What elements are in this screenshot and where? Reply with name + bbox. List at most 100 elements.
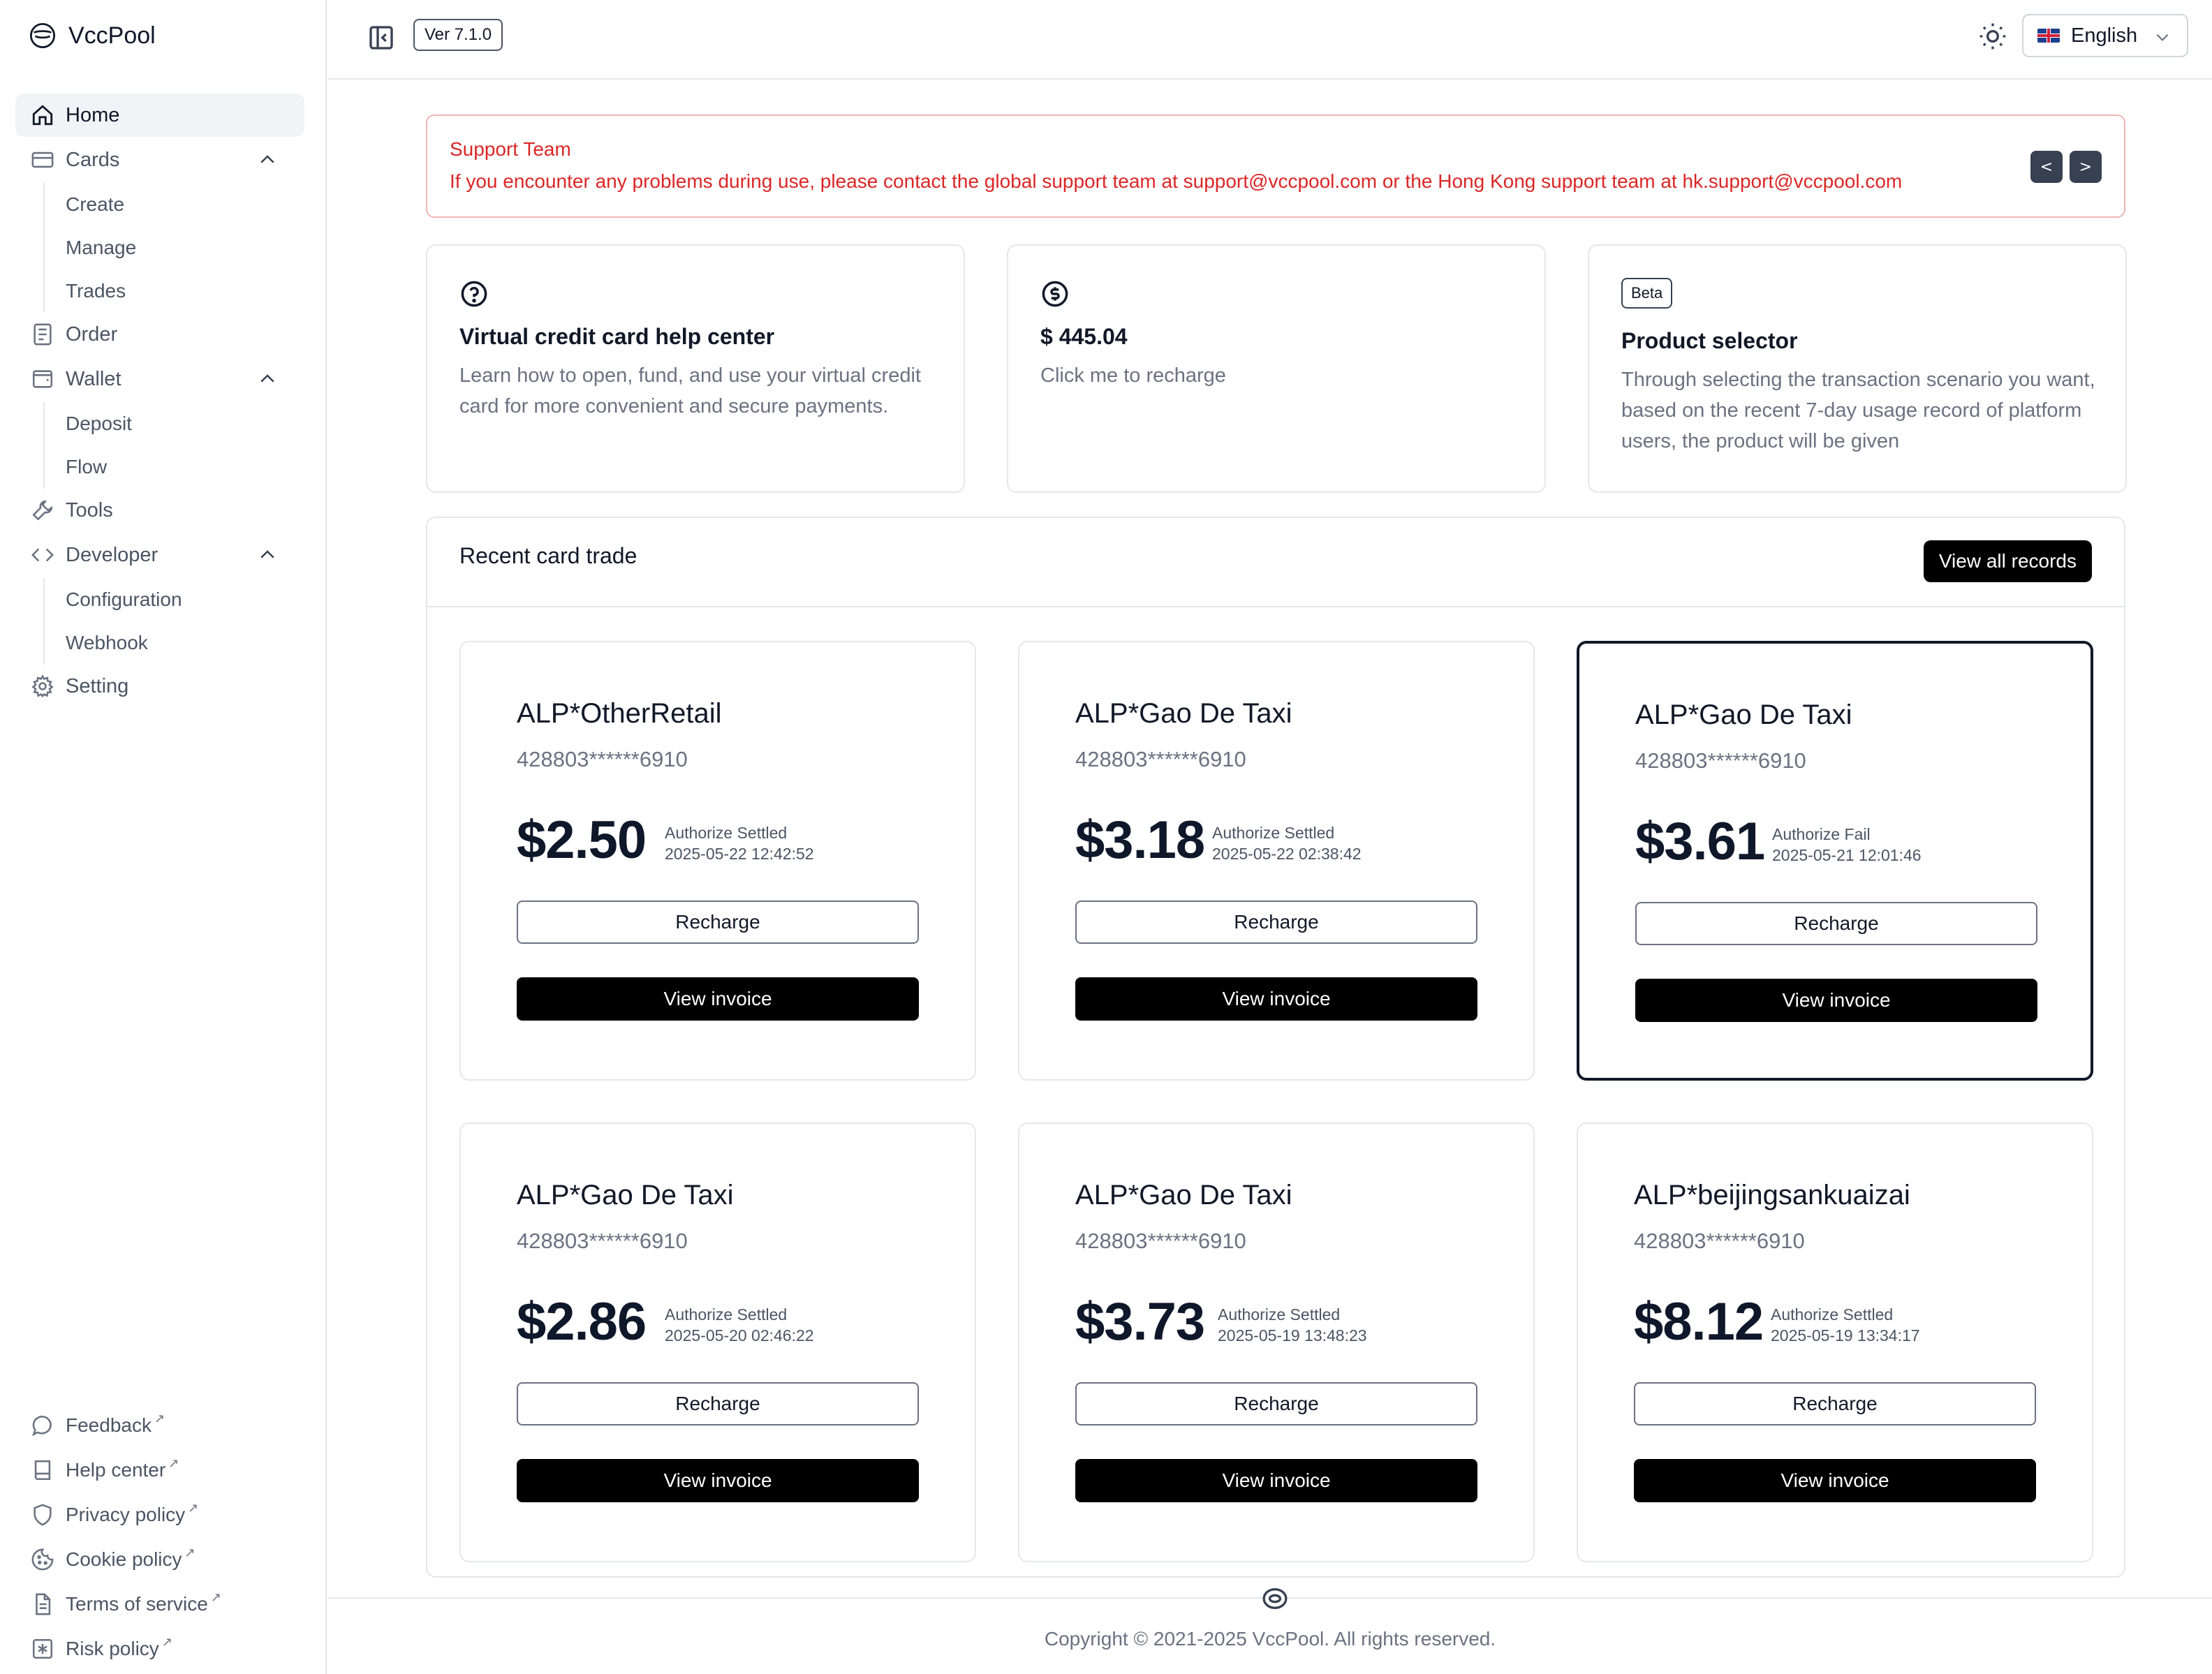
view-all-records-button[interactable]: View all records [1923,540,2092,582]
product-selector-title: Product selector [1621,328,1798,353]
sidebar-item-cards[interactable]: Cards [15,138,304,182]
brand-logo[interactable]: VccPool [28,20,156,52]
trade-amount: $2.50 [517,810,647,870]
view-invoice-button[interactable]: View invoice [517,1459,919,1502]
language-select[interactable]: English [2022,14,2188,57]
sidebar-item-deposit[interactable]: Deposit [15,402,304,445]
trade-card[interactable]: ALP*Gao De Taxi 428803******6910 $3.61 Auth… [1577,641,2093,1081]
product-selector-tile[interactable]: Beta Product selector Through selecting … [1588,244,2127,493]
trade-status: Authorize Settled [665,824,788,842]
sidebar-item-order[interactable]: Order [15,313,304,356]
privacy-policy-link[interactable]: Privacy policy ↗ [15,1492,304,1537]
sidebar-item-home[interactable]: Home [15,94,304,137]
recharge-button[interactable]: Recharge [1634,1382,2036,1425]
sidebar-item-configuration[interactable]: Configuration [15,578,304,621]
feedback-link[interactable]: Feedback ↗ [15,1403,304,1448]
view-invoice-button[interactable]: View invoice [1075,977,1477,1021]
view-invoice-button[interactable]: View invoice [1075,1459,1477,1502]
trade-card[interactable]: ALP*beijingsankuaizai 428803******6910 $8.… [1577,1123,2093,1562]
sidebar-item-label: Order [66,323,118,346]
view-invoice-button[interactable]: View invoice [517,977,919,1021]
trade-merchant: ALP*OtherRetail [517,698,722,729]
sidebar-item-label: Setting [66,674,129,697]
pool-logo-icon [29,22,56,49]
topbar: Ver 7.1.0 English [328,0,2212,80]
risk-policy-label: Risk policy [66,1638,159,1659]
chevron-up-icon[interactable] [257,545,278,565]
external-link-icon: ↗ [168,1456,179,1470]
sidebar-item-tools[interactable]: Tools [15,489,304,532]
dollar-circle-icon [1042,281,1068,307]
eye-icon[interactable] [1261,1585,1289,1613]
sidebar-footer-nav: Feedback ↗ Help center ↗ Privacy policy ↗ C… [15,1403,304,1671]
sidebar-item-trades[interactable]: Trades [15,269,304,313]
chevron-up-icon[interactable] [257,149,278,170]
trade-status: Authorize Settled [1218,1305,1341,1324]
copyright-text: Copyright © 2021-2025 VccPool. All right… [1044,1628,1496,1650]
notice-title: Support Team [450,138,571,160]
trade-amount: $2.86 [517,1292,647,1351]
trade-amount: $3.73 [1075,1292,1205,1351]
recharge-button[interactable]: Recharge [1635,902,2037,945]
notice-prev-button[interactable]: < [2030,151,2063,183]
recharge-button[interactable]: Recharge [1075,1382,1477,1425]
trade-merchant: ALP*Gao De Taxi [1075,1180,1292,1210]
trade-amount: $8.12 [1634,1292,1764,1351]
version-badge: Ver 7.1.0 [413,19,503,51]
sidebar-item-create[interactable]: Create [15,183,304,226]
trade-card-number: 428803******6910 [1075,747,1246,771]
view-invoice-button[interactable]: View invoice [1635,979,2037,1022]
cards-submenu: Create Manage Trades [15,183,304,313]
feedback-label: Feedback [66,1414,152,1436]
help-center-link[interactable]: Help center ↗ [15,1448,304,1492]
cookie-policy-link[interactable]: Cookie policy ↗ [15,1537,304,1582]
cookie-icon [29,1546,56,1573]
code-icon [29,542,56,568]
sun-icon[interactable] [1977,21,2008,52]
sidebar-item-label: Cards [66,148,120,171]
view-invoice-button[interactable]: View invoice [1634,1459,2036,1502]
credit-card-icon [29,147,56,173]
sidebar-collapse-icon[interactable] [367,24,395,52]
trade-card[interactable]: ALP*Gao De Taxi 428803******6910 $3.18 Auth… [1018,641,1535,1081]
sidebar-item-manage[interactable]: Manage [15,226,304,269]
sidebar-item-webhook[interactable]: Webhook [15,621,304,665]
trade-card-number: 428803******6910 [1635,748,1806,773]
chevron-down-icon [2156,34,2169,41]
trade-card[interactable]: ALP*OtherRetail 428803******6910 $2.50 Auth… [459,641,976,1081]
sidebar-item-label: Developer [66,543,158,566]
trade-card[interactable]: ALP*Gao De Taxi 428803******6910 $3.73 Auth… [1018,1123,1535,1562]
trade-meta: Authorize Settled 2025-05-19 13:34:17 [1771,1304,1920,1346]
support-notice: Support Team If you encounter any proble… [426,114,2125,218]
question-circle-icon [461,281,487,307]
document-list-icon [29,321,56,348]
trade-status: Authorize Settled [1771,1305,1894,1324]
recharge-hint: Click me to recharge [1040,364,1226,387]
help-center-tile[interactable]: Virtual credit card help center Learn ho… [426,244,965,493]
gear-icon [29,673,56,699]
trade-card[interactable]: ALP*Gao De Taxi 428803******6910 $2.86 Auth… [459,1123,976,1562]
product-selector-desc: Through selecting the transaction scenar… [1621,369,2095,452]
document-icon [29,1591,56,1617]
terms-of-service-link[interactable]: Terms of service ↗ [15,1582,304,1627]
trade-amount: $3.61 [1635,812,1765,871]
recharge-button[interactable]: Recharge [517,901,919,944]
chevron-up-icon[interactable] [257,369,278,390]
balance-tile[interactable]: $ 445.04 Click me to recharge [1007,244,1546,493]
uk-flag-icon [2037,29,2060,43]
app-root: VccPool Home Cards Create Manage Trades … [0,0,2212,1674]
sidebar-item-wallet[interactable]: Wallet [15,357,304,401]
sidebar-item-setting[interactable]: Setting [15,665,304,708]
notice-next-button[interactable]: > [2070,151,2102,183]
trade-time: 2025-05-21 12:01:46 [1772,846,1922,864]
trade-card-number: 428803******6910 [517,747,688,771]
external-link-icon: ↗ [161,1634,172,1649]
recharge-button[interactable]: Recharge [517,1382,919,1425]
recharge-button[interactable]: Recharge [1075,901,1477,944]
trade-card-number: 428803******6910 [1634,1229,1805,1253]
sidebar-item-developer[interactable]: Developer [15,533,304,577]
risk-policy-link[interactable]: Risk policy ↗ [15,1627,304,1671]
sidebar-item-flow[interactable]: Flow [15,445,304,489]
trade-amount: $3.18 [1075,810,1205,870]
trade-card-number: 428803******6910 [1075,1229,1246,1253]
